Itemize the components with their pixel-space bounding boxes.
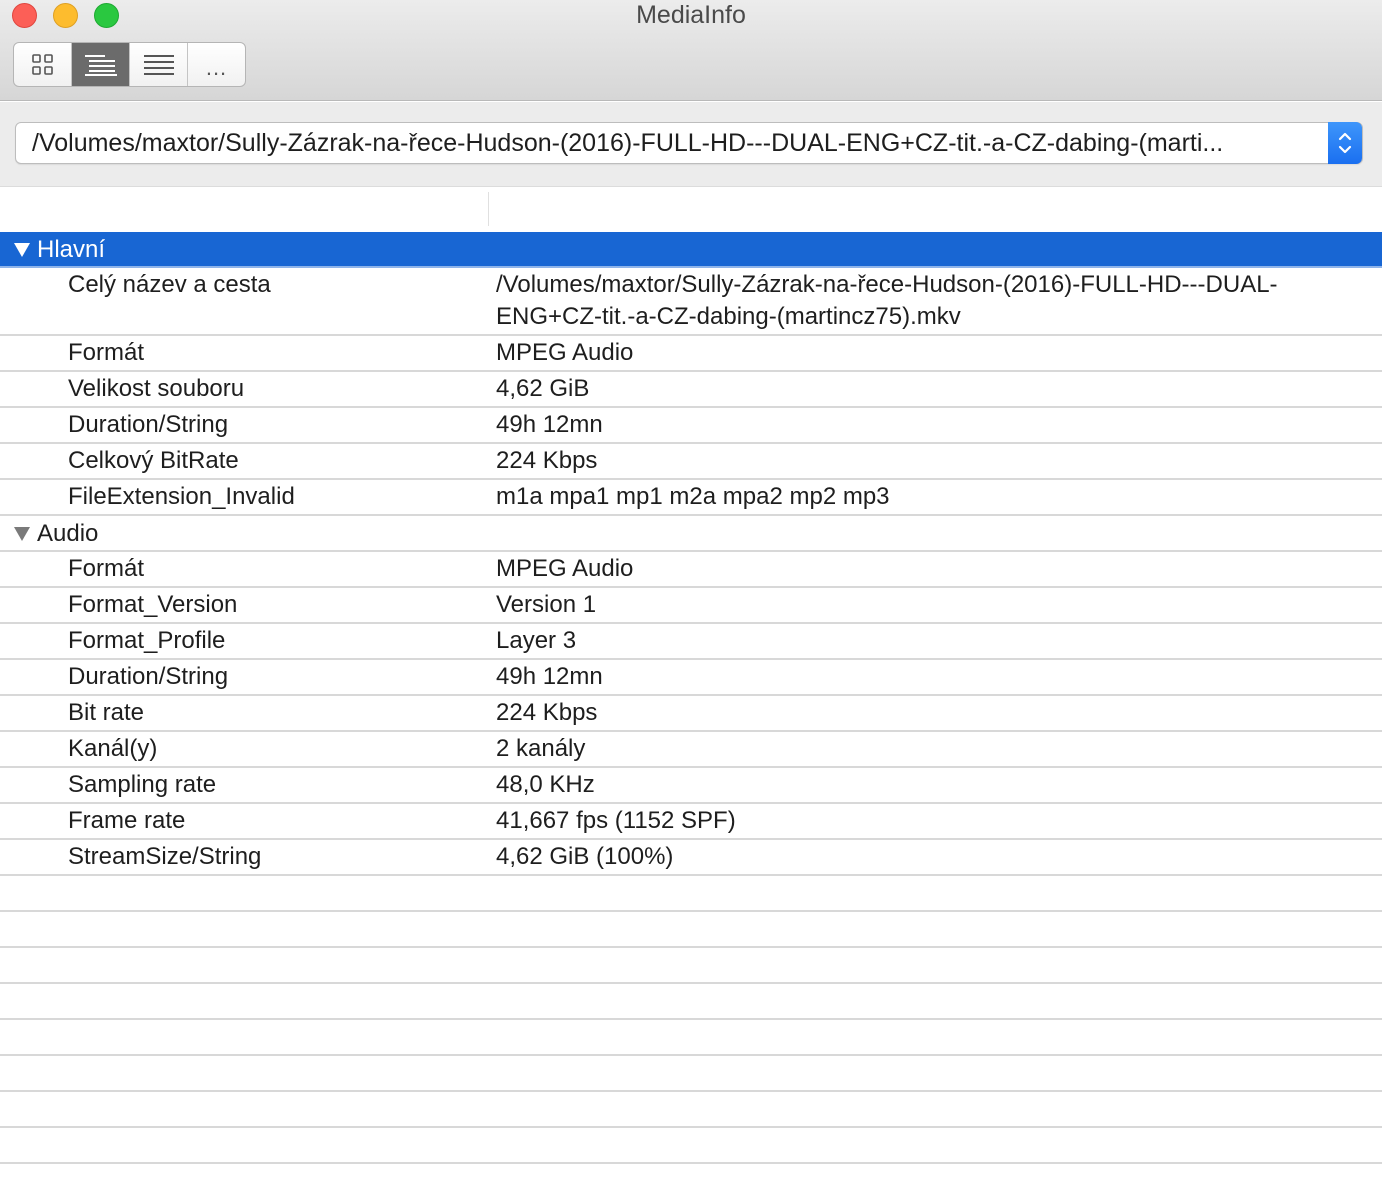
chevron-up-down-icon xyxy=(1338,132,1352,154)
table-row[interactable]: Kanál(y) 2 kanály xyxy=(0,732,1382,768)
file-path-value: /Volumes/maxtor/Sully-Zázrak-na-řece-Hud… xyxy=(32,129,1224,157)
empty-row xyxy=(0,1092,1382,1128)
file-path-bar: /Volumes/maxtor/Sully-Zázrak-na-řece-Hud… xyxy=(0,102,1382,187)
row-label: Format_Profile xyxy=(68,627,226,654)
empty-row xyxy=(0,984,1382,1020)
row-value: Version 1 xyxy=(496,591,597,618)
empty-row xyxy=(0,876,1382,912)
table-row[interactable]: FileExtension_Invalid m1a mpa1 mp1 m2a m… xyxy=(0,480,1382,516)
row-value: m1a mpa1 mp1 m2a mpa2 mp2 mp3 xyxy=(496,483,890,510)
tree-view-button[interactable] xyxy=(72,43,130,86)
table-row[interactable]: Celkový BitRate 224 Kbps xyxy=(0,444,1382,480)
table-row[interactable]: Format_Version Version 1 xyxy=(0,588,1382,624)
row-value: 49h 12mn xyxy=(496,663,603,690)
window-title: MediaInfo xyxy=(636,1,746,29)
popup-stepper[interactable] xyxy=(1328,122,1362,164)
section-title: Hlavní xyxy=(37,236,106,263)
table-row[interactable]: Formát MPEG Audio xyxy=(0,552,1382,588)
table-row[interactable]: Format_Profile Layer 3 xyxy=(0,624,1382,660)
ellipsis-icon: ... xyxy=(205,54,228,80)
row-label: Celkový BitRate xyxy=(68,447,239,474)
row-value: 49h 12mn xyxy=(496,411,603,438)
text-lines-icon xyxy=(143,54,174,75)
row-value: 4,62 GiB (100%) xyxy=(496,843,674,870)
info-tree-table: Hlavní Celý název a cesta /Volumes/maxto… xyxy=(0,188,1382,1178)
table-row[interactable]: Formát MPEG Audio xyxy=(0,336,1382,372)
table-row[interactable]: Celý název a cesta /Volumes/maxtor/Sully… xyxy=(0,268,1382,336)
empty-row xyxy=(0,912,1382,948)
row-label: Kanál(y) xyxy=(68,735,158,762)
section-general[interactable]: Hlavní xyxy=(0,232,1382,268)
empty-row xyxy=(0,1020,1382,1056)
table-row[interactable]: Duration/String 49h 12mn xyxy=(0,408,1382,444)
row-value: MPEG Audio xyxy=(496,555,634,582)
empty-row xyxy=(0,1056,1382,1092)
row-value: 224 Kbps xyxy=(496,699,598,726)
row-value: 48,0 KHz xyxy=(496,771,595,798)
row-label: Duration/String xyxy=(68,663,229,690)
row-label: Sampling rate xyxy=(68,771,217,798)
view-mode-segmented-control: ... xyxy=(13,42,246,87)
row-value: 4,62 GiB xyxy=(496,375,590,402)
table-row[interactable]: Sampling rate 48,0 KHz xyxy=(0,768,1382,804)
table-row[interactable]: Velikost souboru 4,62 GiB xyxy=(0,372,1382,408)
row-label: Frame rate xyxy=(68,807,186,834)
row-label: Formát xyxy=(68,339,145,366)
tree-list-icon xyxy=(84,54,117,76)
row-label: Bit rate xyxy=(68,699,145,726)
basic-view-button[interactable] xyxy=(14,43,72,86)
file-path-popup[interactable]: /Volumes/maxtor/Sully-Zázrak-na-řece-Hud… xyxy=(15,122,1363,164)
more-button[interactable]: ... xyxy=(188,43,245,86)
text-view-button[interactable] xyxy=(130,43,188,86)
table-row[interactable]: Bit rate 224 Kbps xyxy=(0,696,1382,732)
title-bar: MediaInfo ... xyxy=(0,0,1382,101)
close-window-button[interactable] xyxy=(12,3,37,28)
disclosure-triangle-expanded-icon[interactable] xyxy=(13,242,31,258)
minimize-window-button[interactable] xyxy=(53,3,78,28)
row-value: 224 Kbps xyxy=(496,447,598,474)
disclosure-triangle-expanded-icon[interactable] xyxy=(13,526,31,542)
table-row[interactable]: Frame rate 41,667 fps (1152 SPF) xyxy=(0,804,1382,840)
zoom-window-button[interactable] xyxy=(94,3,119,28)
row-value: MPEG Audio xyxy=(496,339,634,366)
empty-row xyxy=(0,948,1382,984)
grid-icon xyxy=(31,53,53,75)
table-header xyxy=(0,188,1382,232)
row-value: /Volumes/maxtor/Sully-Zázrak-na-řece-Hud… xyxy=(496,271,1278,330)
row-label: Format_Version xyxy=(68,591,238,618)
section-title: Audio xyxy=(37,520,99,547)
row-label: Formát xyxy=(68,555,145,582)
row-label: Velikost souboru xyxy=(68,375,245,402)
column-divider[interactable] xyxy=(488,192,489,226)
row-label: Celý název a cesta xyxy=(68,271,271,298)
row-value: Layer 3 xyxy=(496,627,577,654)
row-label: StreamSize/String xyxy=(68,843,262,870)
row-value: 2 kanály xyxy=(496,735,586,762)
row-label: Duration/String xyxy=(68,411,229,438)
row-value: 41,667 fps (1152 SPF) xyxy=(496,807,736,834)
empty-row xyxy=(0,1128,1382,1164)
section-audio[interactable]: Audio xyxy=(0,516,1382,552)
row-label: FileExtension_Invalid xyxy=(68,483,295,510)
table-row[interactable]: Duration/String 49h 12mn xyxy=(0,660,1382,696)
table-row[interactable]: StreamSize/String 4,62 GiB (100%) xyxy=(0,840,1382,876)
